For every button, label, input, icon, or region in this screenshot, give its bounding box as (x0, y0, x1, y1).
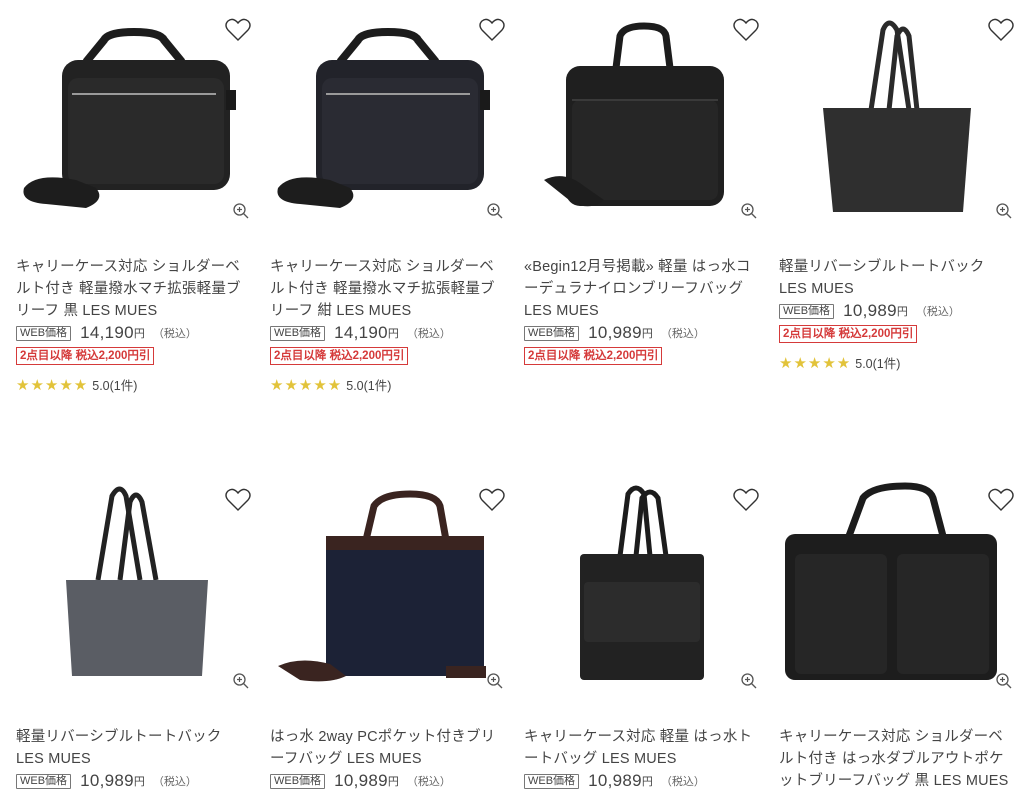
star-icons: ★★★★★ (16, 376, 89, 394)
product-image[interactable] (270, 470, 506, 698)
rating-value: 5.0(1件) (855, 357, 901, 371)
product-card[interactable]: はっ水 2way PCポケット付きブリーフバッグ LES MUES WEB価格 … (270, 470, 506, 792)
tote-bag-image (823, 20, 971, 212)
product-image[interactable] (779, 470, 1015, 698)
promo-badge: 2点目以降 税込2,200円引 (270, 347, 409, 365)
product-image[interactable] (524, 0, 760, 228)
web-price-tag: WEB価格 (16, 773, 72, 789)
product-image[interactable] (16, 470, 252, 698)
product-card[interactable]: キャリーケース対応 軽量 はっ水トートバッグ LES MUES WEB価格 10… (524, 470, 760, 792)
briefcase-image (277, 27, 490, 208)
web-price-tag: WEB価格 (270, 325, 326, 341)
heart-icon[interactable] (987, 486, 1015, 514)
zoom-icon[interactable] (486, 202, 504, 220)
tax-label: （税込） (406, 776, 451, 788)
product-image[interactable] (270, 0, 506, 228)
yen-label: 円 (133, 328, 145, 340)
zoom-icon[interactable] (232, 672, 250, 690)
tax-label: （税込） (152, 776, 197, 788)
product-image[interactable] (524, 470, 760, 698)
product-card[interactable]: キャリーケース対応 ショルダーベルト付き はっ水ダブルアウトポケットブリーフバッ… (779, 470, 1015, 792)
price-row: WEB価格 10,989 円 （税込） (524, 770, 760, 792)
price: 14,190 (334, 323, 388, 342)
price-row: WEB価格 14,190 円 （税込） (270, 322, 506, 344)
zoom-icon[interactable] (740, 202, 758, 220)
price: 10,989 (588, 771, 642, 790)
yen-label: 円 (896, 306, 908, 318)
price-row: WEB価格 10,989 円 （税込） (524, 322, 760, 344)
price-row: WEB価格 10,989 円 （税込） (270, 770, 506, 792)
heart-icon[interactable] (732, 486, 760, 514)
product-title[interactable]: キャリーケース対応 軽量 はっ水トートバッグ LES MUES (524, 726, 760, 770)
web-price-tag: WEB価格 (779, 303, 835, 319)
price: 14,190 (80, 323, 134, 342)
price: 10,989 (334, 771, 388, 790)
tax-label: （税込） (152, 328, 197, 340)
product-title[interactable]: はっ水 2way PCポケット付きブリーフバッグ LES MUES (270, 726, 506, 770)
web-price-tag: WEB価格 (524, 773, 580, 789)
rating-value: 5.0(1件) (92, 379, 138, 393)
star-icons: ★★★★★ (270, 376, 343, 394)
zoom-icon[interactable] (740, 672, 758, 690)
briefcase-image (23, 27, 236, 208)
yen-label: 円 (387, 328, 399, 340)
promo-badge: 2点目以降 税込2,200円引 (779, 325, 918, 343)
web-price-tag: WEB価格 (270, 773, 326, 789)
product-image[interactable] (779, 0, 1015, 228)
product-card[interactable]: キャリーケース対応 ショルダーベルト付き 軽量撥水マチ拡張軽量ブリーフ 黒 LE… (16, 0, 252, 394)
tax-label: （税込） (406, 328, 451, 340)
price: 10,989 (80, 771, 134, 790)
briefcase-image (544, 22, 724, 207)
price: 10,989 (588, 323, 642, 342)
product-card[interactable]: キャリーケース対応 ショルダーベルト付き 軽量撥水マチ拡張軽量ブリーフ 紺 LE… (270, 0, 506, 394)
yen-label: 円 (133, 776, 145, 788)
rating: ★★★★★ 5.0(1件) (270, 375, 506, 394)
price-row: WEB価格 14,190 円 （税込） (16, 322, 252, 344)
tote-bag-image (66, 486, 208, 676)
heart-icon[interactable] (987, 16, 1015, 44)
web-price-tag: WEB価格 (524, 325, 580, 341)
yen-label: 円 (641, 328, 653, 340)
briefcase-image (278, 490, 486, 682)
product-card[interactable]: «Begin12月号掲載» 軽量 はっ水コーデュラナイロンブリーフバッグ LES… (524, 0, 760, 365)
rating: ★★★★★ 5.0(1件) (779, 353, 1015, 372)
price: 10,989 (843, 301, 897, 320)
heart-icon[interactable] (224, 16, 252, 44)
product-card[interactable]: 軽量リバーシブルトートバック LES MUES WEB価格 10,989 円 （… (16, 470, 252, 792)
promo-badge: 2点目以降 税込2,200円引 (524, 347, 663, 365)
heart-icon[interactable] (224, 486, 252, 514)
zoom-icon[interactable] (232, 202, 250, 220)
product-title[interactable]: キャリーケース対応 ショルダーベルト付き 軽量撥水マチ拡張軽量ブリーフ 紺 LE… (270, 256, 506, 322)
tax-label: （税込） (660, 776, 705, 788)
heart-icon[interactable] (732, 16, 760, 44)
tax-label: （税込） (915, 306, 960, 318)
product-title[interactable]: キャリーケース対応 ショルダーベルト付き はっ水ダブルアウトポケットブリーフバッ… (779, 726, 1015, 792)
heart-icon[interactable] (478, 16, 506, 44)
star-icons: ★★★★★ (779, 354, 852, 372)
tax-label: （税込） (660, 328, 705, 340)
price-row: WEB価格 10,989 円 （税込） (779, 300, 1015, 322)
product-image[interactable] (16, 0, 252, 228)
tote-bag-image (580, 485, 704, 680)
rating-value: 5.0(1件) (346, 379, 392, 393)
rating: ★★★★★ 5.0(1件) (16, 375, 252, 394)
yen-label: 円 (641, 776, 653, 788)
product-title[interactable]: 軽量リバーシブルトートバック LES MUES (16, 726, 252, 770)
heart-icon[interactable] (478, 486, 506, 514)
zoom-icon[interactable] (486, 672, 504, 690)
price-row: WEB価格 10,989 円 （税込） (16, 770, 252, 792)
yen-label: 円 (387, 776, 399, 788)
briefcase-image (785, 482, 997, 680)
zoom-icon[interactable] (995, 672, 1013, 690)
product-card[interactable]: 軽量リバーシブルトートバック LES MUES WEB価格 10,989 円 （… (779, 0, 1015, 372)
zoom-icon[interactable] (995, 202, 1013, 220)
product-title[interactable]: «Begin12月号掲載» 軽量 はっ水コーデュラナイロンブリーフバッグ LES… (524, 256, 760, 322)
product-grid: キャリーケース対応 ショルダーベルト付き 軽量撥水マチ拡張軽量ブリーフ 黒 LE… (0, 0, 1024, 790)
web-price-tag: WEB価格 (16, 325, 72, 341)
product-title[interactable]: 軽量リバーシブルトートバック LES MUES (779, 256, 1015, 300)
promo-badge: 2点目以降 税込2,200円引 (16, 347, 155, 365)
product-title[interactable]: キャリーケース対応 ショルダーベルト付き 軽量撥水マチ拡張軽量ブリーフ 黒 LE… (16, 256, 252, 322)
